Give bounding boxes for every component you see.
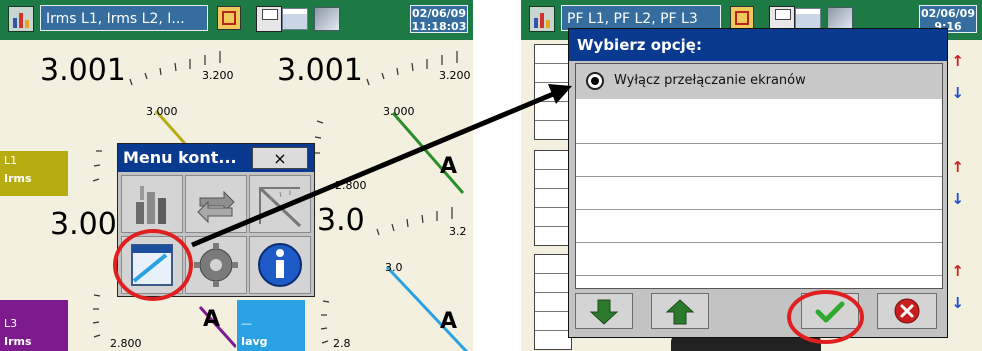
annotation-arrow: [191, 84, 572, 248]
